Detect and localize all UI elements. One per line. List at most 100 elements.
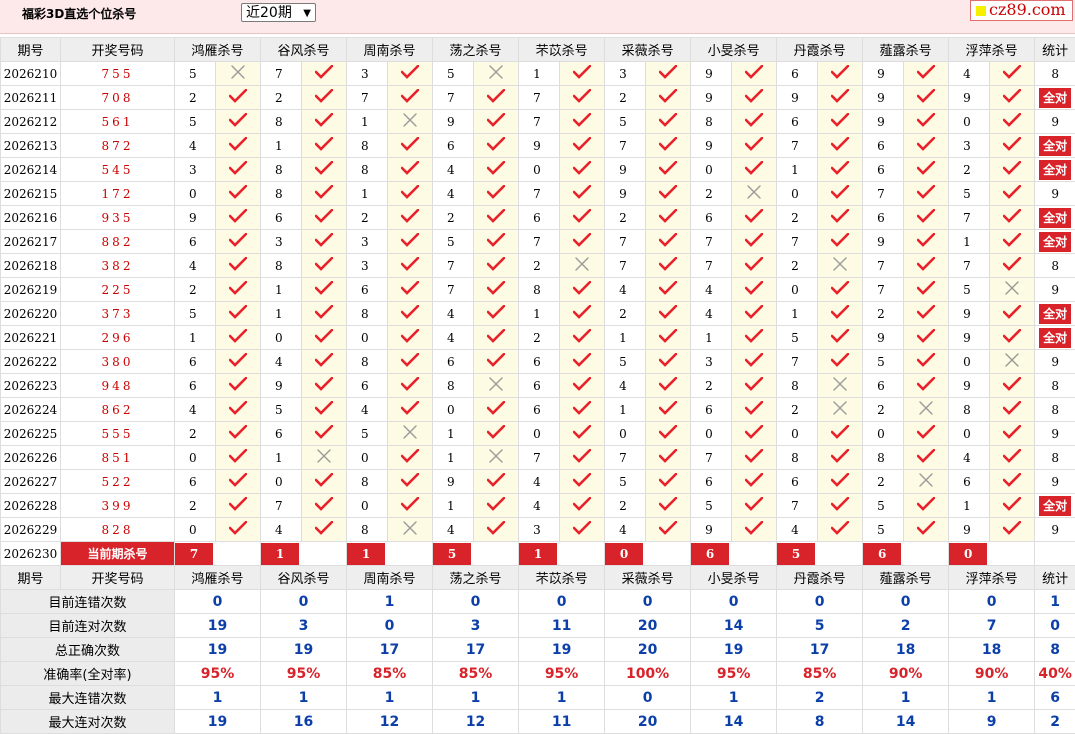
kill-value-cell: 5 — [863, 494, 904, 518]
result-cell — [646, 206, 691, 230]
kill-value: 0 — [963, 355, 971, 369]
result-cell — [474, 518, 519, 542]
result-cell — [646, 446, 691, 470]
current-label: 当前期杀号 — [87, 547, 147, 561]
issue-number: 2026223 — [4, 379, 57, 393]
check-icon — [1003, 521, 1021, 535]
stats-value: 17 — [380, 642, 399, 658]
check-icon — [831, 305, 849, 319]
stats-value-cell: 5 — [777, 614, 863, 638]
draw-cell: 522 — [61, 470, 175, 494]
stats-value: 1 — [987, 690, 997, 706]
stat-cell: 8 — [1035, 374, 1075, 398]
stats-value-cell: 8 — [1035, 638, 1075, 662]
draw-number: 172 — [102, 187, 134, 201]
result-cell — [560, 350, 605, 374]
result-cell — [302, 446, 347, 470]
check-icon — [917, 329, 935, 343]
kill-value: 5 — [447, 235, 455, 249]
result-cell — [646, 158, 691, 182]
kill-value: 9 — [791, 91, 799, 105]
all-correct-badge: 全对 — [1039, 88, 1071, 108]
kill-value: 4 — [447, 523, 455, 537]
check-icon — [315, 401, 333, 415]
stats-value-cell: 2 — [1035, 710, 1075, 734]
check-icon — [573, 449, 591, 463]
issue-cell: 2026215 — [1, 182, 61, 206]
result-cell — [732, 278, 777, 302]
result-cell — [474, 86, 519, 110]
result-cell — [732, 206, 777, 230]
kill-value-cell: 0 — [605, 422, 646, 446]
kill-value-cell: 4 — [605, 374, 646, 398]
col-expert-label: 周南杀号 — [364, 44, 416, 59]
stats-value: 14 — [724, 714, 743, 730]
kill-value-cell: 6 — [175, 470, 216, 494]
check-icon — [745, 425, 763, 439]
kill-value: 2 — [533, 259, 541, 273]
stat-cell: 全对 — [1035, 86, 1075, 110]
check-icon — [1003, 161, 1021, 175]
kill-value: 0 — [533, 427, 541, 441]
check-icon — [229, 449, 247, 463]
check-icon — [745, 521, 763, 535]
kill-value-cell: 6 — [691, 206, 732, 230]
kill-value: 6 — [877, 163, 885, 177]
result-cell — [216, 518, 261, 542]
stats-row: 总正确次数191917171920191718188 — [1, 638, 1075, 662]
result-cell — [732, 62, 777, 86]
col-issue-header: 期号 — [1, 38, 61, 62]
result-cell — [990, 230, 1035, 254]
kill-value: 2 — [791, 211, 799, 225]
stats-value: 85% — [459, 666, 493, 682]
result-cell — [990, 62, 1035, 86]
kill-value-cell: 7 — [691, 230, 732, 254]
check-icon — [659, 281, 677, 295]
check-icon — [229, 473, 247, 487]
check-icon — [1003, 209, 1021, 223]
check-icon — [659, 329, 677, 343]
check-icon — [315, 137, 333, 151]
result-cell — [990, 398, 1035, 422]
kill-value-cell: 2 — [519, 254, 560, 278]
kill-value: 7 — [791, 355, 799, 369]
kill-value: 1 — [361, 115, 369, 129]
check-icon — [917, 377, 935, 391]
stats-value-cell: 1 — [433, 686, 519, 710]
kill-value-cell: 7 — [605, 254, 646, 278]
kill-value: 4 — [619, 379, 627, 393]
draw-cell: 380 — [61, 350, 175, 374]
site-logo[interactable]: cz89.com — [970, 0, 1073, 21]
kill-value-cell: 2 — [863, 398, 904, 422]
kill-value: 1 — [447, 499, 455, 513]
check-icon — [315, 497, 333, 511]
stat-value: 8 — [1051, 259, 1059, 273]
stats-value: 14 — [724, 618, 743, 634]
all-correct-badge: 全对 — [1039, 304, 1071, 324]
kill-value-cell: 7 — [433, 86, 474, 110]
col-expert-label: 芣苡杀号 — [536, 44, 588, 59]
draw-number: 296 — [102, 331, 134, 345]
check-icon — [831, 521, 849, 535]
stats-value-cell: 0 — [863, 590, 949, 614]
result-cell — [818, 446, 863, 470]
stats-value: 16 — [294, 714, 313, 730]
kill-value: 4 — [705, 307, 713, 321]
kill-value: 2 — [275, 91, 283, 105]
stats-value-cell: 90% — [949, 662, 1035, 686]
result-cell — [732, 254, 777, 278]
kill-value: 3 — [533, 523, 541, 537]
current-kill-cell: 0 — [605, 542, 691, 566]
kill-value: 1 — [619, 331, 627, 345]
check-icon — [573, 425, 591, 439]
stats-value-cell: 0 — [605, 686, 691, 710]
kill-value: 1 — [533, 307, 541, 321]
check-icon — [1003, 497, 1021, 511]
result-cell — [904, 350, 949, 374]
stats-value-cell: 1 — [863, 686, 949, 710]
check-icon — [487, 521, 505, 535]
stats-value-cell: 90% — [863, 662, 949, 686]
draw-cell: 399 — [61, 494, 175, 518]
period-select[interactable]: 近20期 ▼ — [241, 3, 316, 22]
stats-value: 1 — [385, 690, 395, 706]
